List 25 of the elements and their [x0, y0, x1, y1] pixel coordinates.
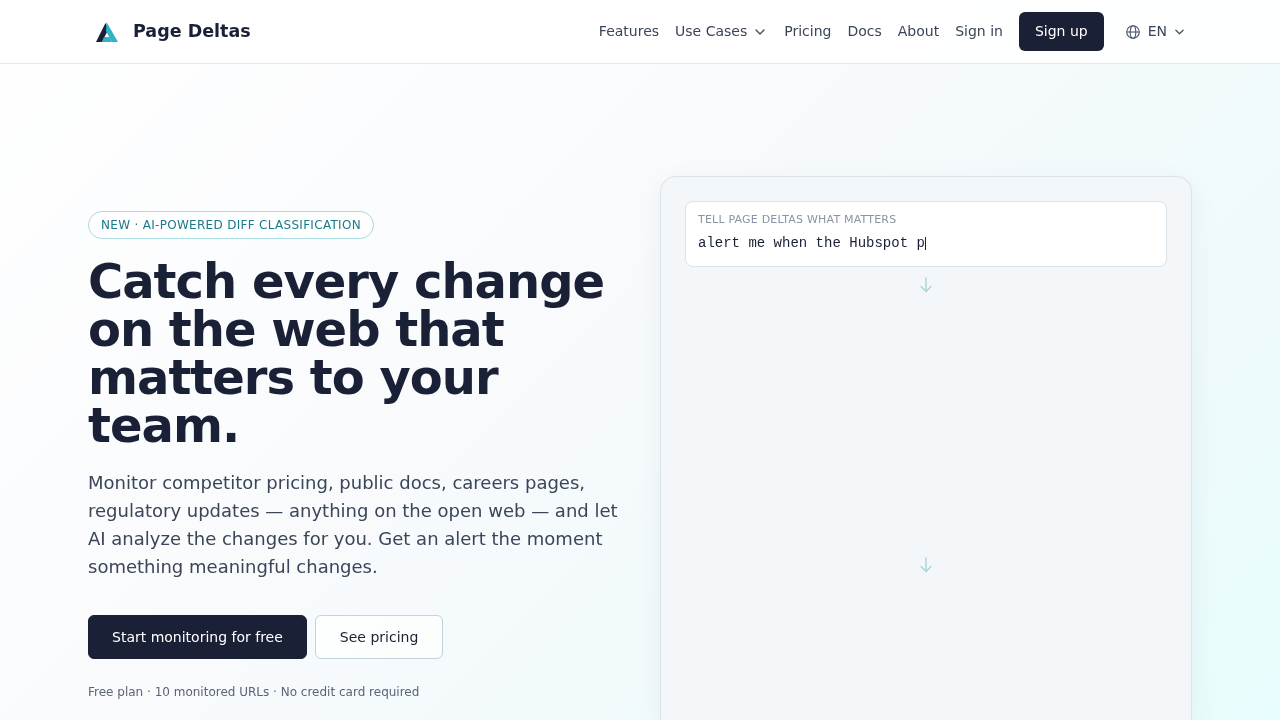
hero-description: Monitor competitor pricing, public docs, careers pages, regulatory updates — anything on the open web — and let AI analyze the changes for you. Get an alert the moment something meaningful changes. — [88, 471, 619, 579]
text-cursor-icon — [924, 236, 926, 250]
language-selector[interactable]: EN — [1117, 17, 1192, 46]
arrow-down-icon — [919, 276, 933, 293]
globe-icon — [1125, 24, 1140, 39]
nav-link[interactable]: Sign in — [947, 15, 1011, 48]
nav-link[interactable]: About — [889, 15, 948, 48]
arrow-down-icon — [919, 556, 933, 573]
chevron-down-icon — [755, 28, 766, 35]
prompt-label: TELL PAGE DELTAS WHAT MATTERS — [698, 212, 898, 228]
prompt-text: alert me when the Hubspot p — [698, 233, 925, 253]
start-free-button[interactable]: Start monitoring for free — [88, 615, 307, 659]
triangle-logo-icon — [96, 21, 118, 42]
sign-up-button[interactable]: Sign up — [1018, 12, 1104, 51]
see-pricing-button[interactable]: See pricing — [314, 615, 444, 659]
nav-link[interactable]: Docs — [839, 15, 890, 48]
nav-link[interactable]: Pricing — [776, 15, 840, 48]
chevron-down-icon — [1175, 28, 1184, 35]
hero-headline: Catch every change on the web that matters to your team. — [88, 257, 606, 449]
prompt-field[interactable]: TELL PAGE DELTAS WHAT MATTERS alert me when the Hubspot p — [685, 201, 1167, 267]
announcement-badge: NEW · AI-POWERED DIFF CLASSIFICATION — [88, 211, 374, 239]
brand-link[interactable]: Page Deltas — [96, 18, 251, 45]
nav-dropdown[interactable]: Use Cases — [667, 15, 774, 48]
plan-note: Free plan · 10 monitored URLs · No credit card required — [88, 684, 421, 701]
nav-link[interactable]: Features — [590, 15, 668, 48]
